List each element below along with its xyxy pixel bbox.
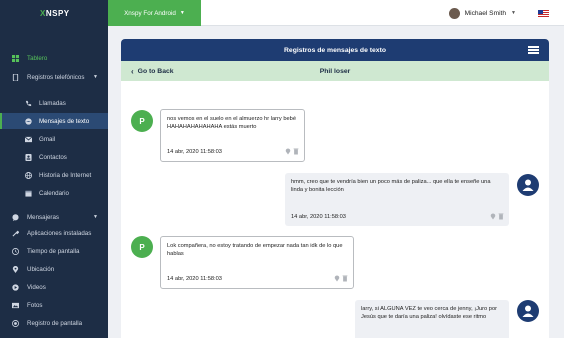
location-icon [12,265,19,273]
call-icon [25,100,32,106]
sidebar-item-label: Aplicaciones instaladas [27,229,92,237]
sidebar-item-contacts[interactable]: Contactos [0,149,108,165]
panel-title: Registros de mensajes de texto [284,46,386,54]
trash-icon[interactable] [293,148,299,155]
sidebar-item-label: Ubicación [27,265,55,273]
sidebar-item-label: Contactos [39,153,67,161]
device-selector[interactable]: Xnspy For Android ▼ [108,0,201,26]
sidebar-item-internet-history[interactable]: Historia de Internet [0,167,108,183]
sidebar-item-label: Videos [27,283,46,291]
user-name: Michael Smith [464,9,507,17]
sidebar-item-label: Registros telefónicos [27,73,85,81]
sidebar-item-videos[interactable]: Videos [0,279,108,295]
sidebar-item-phone-logs[interactable]: Registros telefónicos ▼ [0,69,108,85]
sidebar-item-label: Calendario [39,189,69,197]
contacts-icon [25,153,32,161]
globe-icon [25,171,32,179]
sidebar-item-label: Fotos [27,301,43,309]
sidebar-item-calendar[interactable]: Calendario [0,185,108,201]
device-label: Xnspy For Android [124,9,176,17]
location-pin-icon[interactable] [334,275,340,282]
sidebar-item-dashboard[interactable]: Tablero [0,50,108,66]
location-pin-icon[interactable] [490,213,496,220]
trash-icon[interactable] [342,275,348,282]
logo-name: NSPY [45,8,70,18]
message-bubble-incoming: nos vemos en el suelo en el almuerzo hr … [160,109,305,162]
message-text: hmm, creo que te vendría bien un poco má… [291,179,491,193]
location-pin-icon[interactable] [285,148,291,155]
message-bubble-outgoing: larry, si ALGUNA VEZ te veo cerca de jen… [355,300,509,338]
chevron-down-icon: ▼ [93,214,98,220]
photo-icon [12,302,19,308]
message-time: 14 abr, 2020 11:58:03 [167,276,222,282]
avatar [448,7,460,19]
sidebar-item-label: Mensajes de texto [39,117,90,125]
contact-name: Phil loser [319,67,351,75]
chevron-down-icon: ▼ [179,10,185,16]
video-icon [12,283,19,291]
message-time: 14 abr, 2020 11:58:03 [167,149,222,155]
phone-icon [12,73,19,81]
sidebar-item-messengers[interactable]: Mensajeras ▼ [0,209,108,225]
message-bubble-outgoing: hmm, creo que te vendría bien un poco má… [285,173,509,226]
sidebar-item-gmail[interactable]: Gmail [0,131,108,147]
back-label: Go to Back [137,67,174,75]
user-avatar [517,300,539,322]
person-icon [522,179,534,191]
message-bubble-incoming: Lok compañera, no estoy tratando de empe… [160,236,354,289]
sidebar-item-screen-recording[interactable]: Registro de pantalla [0,315,108,331]
back-button[interactable]: ‹ Go to Back [131,61,174,81]
message-icon [25,117,32,125]
conversation-bar: Phil loser ‹ Go to Back [121,61,549,81]
sidebar-item-text-messages[interactable]: Mensajes de texto [0,113,108,129]
sidebar-item-installed-apps[interactable]: Aplicaciones instaladas [0,225,108,241]
messages-panel: Registros de mensajes de texto Phil lose… [121,39,549,338]
message-text: nos vemos en el suelo en el almuerzo hr … [167,116,296,130]
gmail-icon [25,136,32,142]
sidebar-item-calls[interactable]: Llamadas [0,95,108,111]
chevron-left-icon: ‹ [131,66,134,76]
contact-avatar: P [131,236,153,258]
message-text: larry, si ALGUNA VEZ te veo cerca de jen… [361,306,498,320]
apps-icon [12,230,19,236]
calendar-icon [25,190,32,197]
contact-avatar: P [131,110,153,132]
dashboard-icon [12,54,19,62]
sidebar: X NSPY Tablero Registros telefónicos ▼ Ll… [0,0,108,338]
record-icon [12,319,19,327]
top-bar: Xnspy For Android ▼ Michael Smith ▼ [108,0,564,26]
us-flag-icon[interactable] [538,10,549,17]
chevron-down-icon: ▼ [93,74,98,80]
sidebar-item-label: Gmail [39,135,56,143]
trash-icon[interactable] [498,213,504,220]
panel-header: Registros de mensajes de texto [121,39,549,61]
user-avatar [517,174,539,196]
sidebar-item-label: Tiempo de pantalla [27,247,80,255]
brand-logo[interactable]: X NSPY [0,0,108,26]
user-menu[interactable]: Michael Smith ▼ [448,0,516,26]
sidebar-item-photos[interactable]: Fotos [0,297,108,313]
message-text: Lok compañera, no estoy tratando de empe… [167,243,343,257]
person-icon [522,305,534,317]
sidebar-item-label: Mensajeras [27,213,59,221]
sidebar-item-label: Llamadas [39,99,66,107]
message-time: 14 abr, 2020 11:58:03 [291,214,346,220]
sidebar-item-screen-time[interactable]: Tiempo de pantalla [0,243,108,259]
sidebar-item-label: Registro de pantalla [27,319,83,327]
sidebar-item-label: Historia de Internet [39,171,92,179]
chevron-down-icon: ▼ [511,10,516,16]
sidebar-item-label: Tablero [27,54,48,62]
clock-icon [12,247,19,255]
sidebar-item-location[interactable]: Ubicación [0,261,108,277]
chat-icon [12,213,19,221]
list-view-icon[interactable] [528,46,539,54]
